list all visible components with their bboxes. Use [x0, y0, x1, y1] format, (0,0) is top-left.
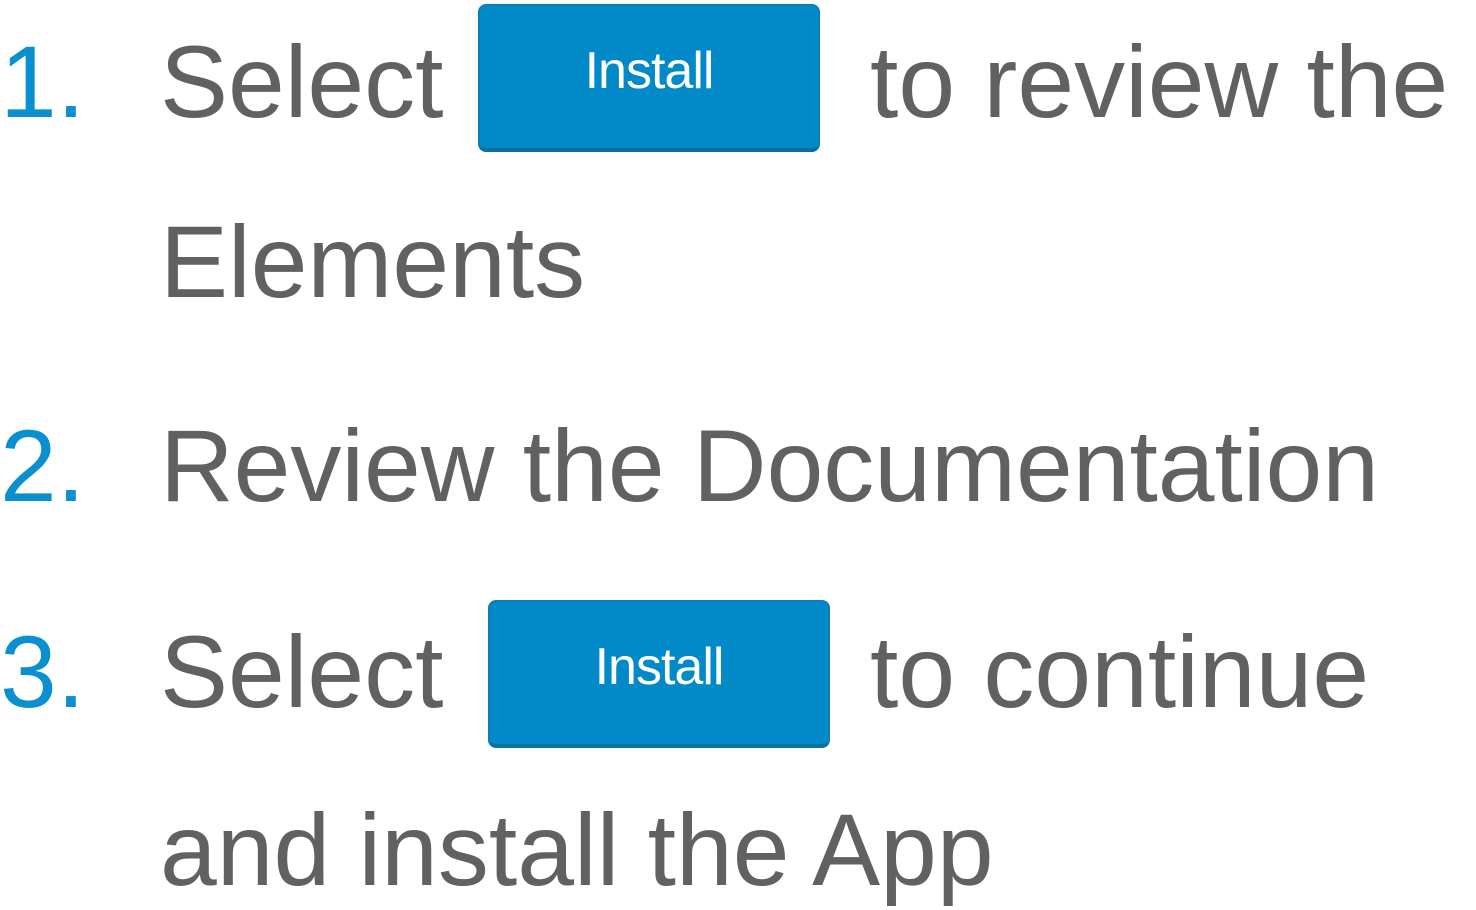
step-2-line: 2. Review the Documentation — [0, 406, 1476, 526]
step-3-after-text: to continue — [870, 615, 1370, 729]
step-1-after-text: to review the — [870, 25, 1449, 139]
step-1-line-2: Elements — [0, 202, 1476, 322]
install-button-2-label: Install — [594, 638, 725, 696]
step-1-select-text: Select — [160, 25, 444, 139]
step-3-line-1: 3. Select Install to continue — [0, 600, 1476, 748]
step-3-number: 3. — [0, 615, 86, 729]
step-3-line-2: and install the App — [0, 790, 1476, 910]
step-2-text: Review the Documentation — [160, 409, 1379, 523]
step-3-continuation: and install the App — [160, 793, 994, 907]
install-button-1-label: Install — [584, 42, 715, 100]
step-2-number: 2. — [0, 409, 86, 523]
step-1-continuation: Elements — [160, 205, 586, 319]
step-1-line-1: 1. Select Install to review the — [0, 4, 1476, 152]
step-1-number: 1. — [0, 25, 86, 139]
install-button-2[interactable]: Install — [488, 600, 830, 748]
install-button-1[interactable]: Install — [478, 4, 820, 152]
step-3-select-text: Select — [160, 615, 444, 729]
